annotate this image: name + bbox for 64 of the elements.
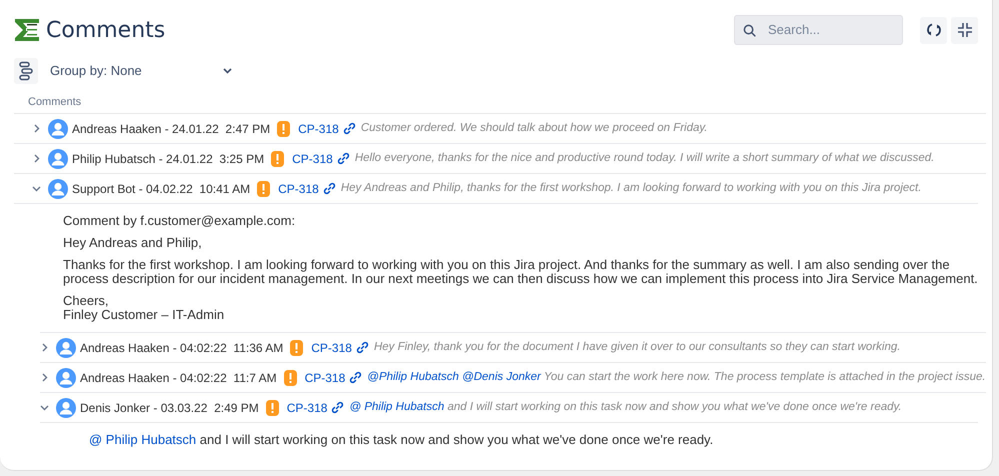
refresh-button[interactable] [920,16,947,44]
search-field[interactable]: Search... [734,15,903,45]
group-by-icon [14,58,38,84]
issue-link[interactable]: CP-318 [304,368,346,386]
comment-author: Denis Jonker - 03.03.22 2:49 PM [80,400,259,416]
issue-link[interactable]: CP-318 [292,150,333,168]
comment-preview: Hey Andreas and Philip, thanks for the first workshop. I am looking forward to working with you on this Jira project. [340,180,922,196]
comment-preview: Customer ordered. We should talk about how we proceed on Friday. [360,120,708,136]
page-title: Comments [46,16,166,44]
warning-icon [290,340,304,356]
mention-link[interactable]: @ Philip Hubatsch [349,400,444,413]
app-logo-icon [14,17,40,43]
comment-author: Support Bot - 04.02.22 10:41 AM [72,180,250,198]
link-icon[interactable] [336,152,350,165]
warning-icon [271,150,284,166]
warning-icon [277,120,290,136]
chevron-icon [40,403,48,412]
link-icon[interactable] [349,371,362,384]
comment-preview: Hey Finley, thank you for the document I have given it over to our consultants so they can start working. [374,340,900,355]
comment-text: Hey Andreas and Philip, [63,236,203,250]
avatar-icon [48,118,68,138]
issue-link[interactable]: CP-318 [311,338,352,356]
chevron-icon [32,124,40,133]
chevron-icon [32,184,40,193]
comment-text: Cheers, Finley Customer – IT-Admin [63,294,226,322]
warning-icon [257,180,270,196]
column-heading: Comments [28,94,82,110]
comment-author: Philip Hubatsch - 24.01.22 3:25 PM [72,150,264,168]
chevron-icon [40,373,48,382]
comment-preview: Hello everyone, thanks for the nice and productive round today. I will write a short summary of what we discussed. [354,150,934,166]
issue-link[interactable]: CP-318 [286,398,328,416]
link-icon[interactable] [356,341,369,354]
link-icon[interactable] [331,401,344,414]
mention-link[interactable]: @ Philip Hubatsch [89,432,196,447]
issue-link[interactable]: CP-318 [278,180,319,198]
collapse-button[interactable] [951,16,978,44]
group-by-dropdown[interactable]: Group by: None [50,61,232,81]
avatar-icon [56,368,76,388]
comment-author: Andreas Haaken - 04:02:22 11:36 AM [80,340,284,356]
comment-text: @ Philip Hubatsch and I will start working on this task now and show you what we've done once we're ready. [89,433,714,447]
search-input: Search... [766,19,886,41]
comment-text: Comment by f.customer@example.com: [63,214,296,228]
mention-link[interactable]: @Denis Jonker [462,370,541,383]
caret-icon [223,68,232,74]
mention-link[interactable]: @Philip Hubatsch [367,370,459,383]
link-icon[interactable] [322,182,336,195]
collapse-icon [956,22,972,38]
avatar-icon [48,178,68,198]
link-icon[interactable] [342,122,356,135]
comment-author: Andreas Haaken - 24.01.22 2:47 PM [72,120,270,138]
issue-link[interactable]: CP-318 [298,120,339,138]
warning-icon [266,400,279,416]
search-icon [743,24,756,36]
comment-text: Thanks for the first workshop. I am looking forward to working with you on this Jira project. And thanks for the summary as well. I am also sending over the process description for our incident management. In our next meetings we can then discuss how we can implement this process into Jira Service Management. [63,258,978,286]
avatar-icon [56,398,76,418]
refresh-icon [926,22,942,38]
comment-preview: @Philip Hubatsch @Denis Jonker You can start the work here now. The process template is attached in the project issue. [367,370,986,385]
chevron-icon [40,343,48,352]
chevron-icon [32,154,40,163]
avatar-icon [56,338,76,358]
comment-preview: @ Philip Hubatsch and I will start working on this task now and show you what we've done once we're ready. [349,400,902,415]
warning-icon [284,370,297,386]
comment-author: Andreas Haaken - 04:02:22 11:7 AM [80,370,277,386]
avatar-icon [48,148,68,168]
